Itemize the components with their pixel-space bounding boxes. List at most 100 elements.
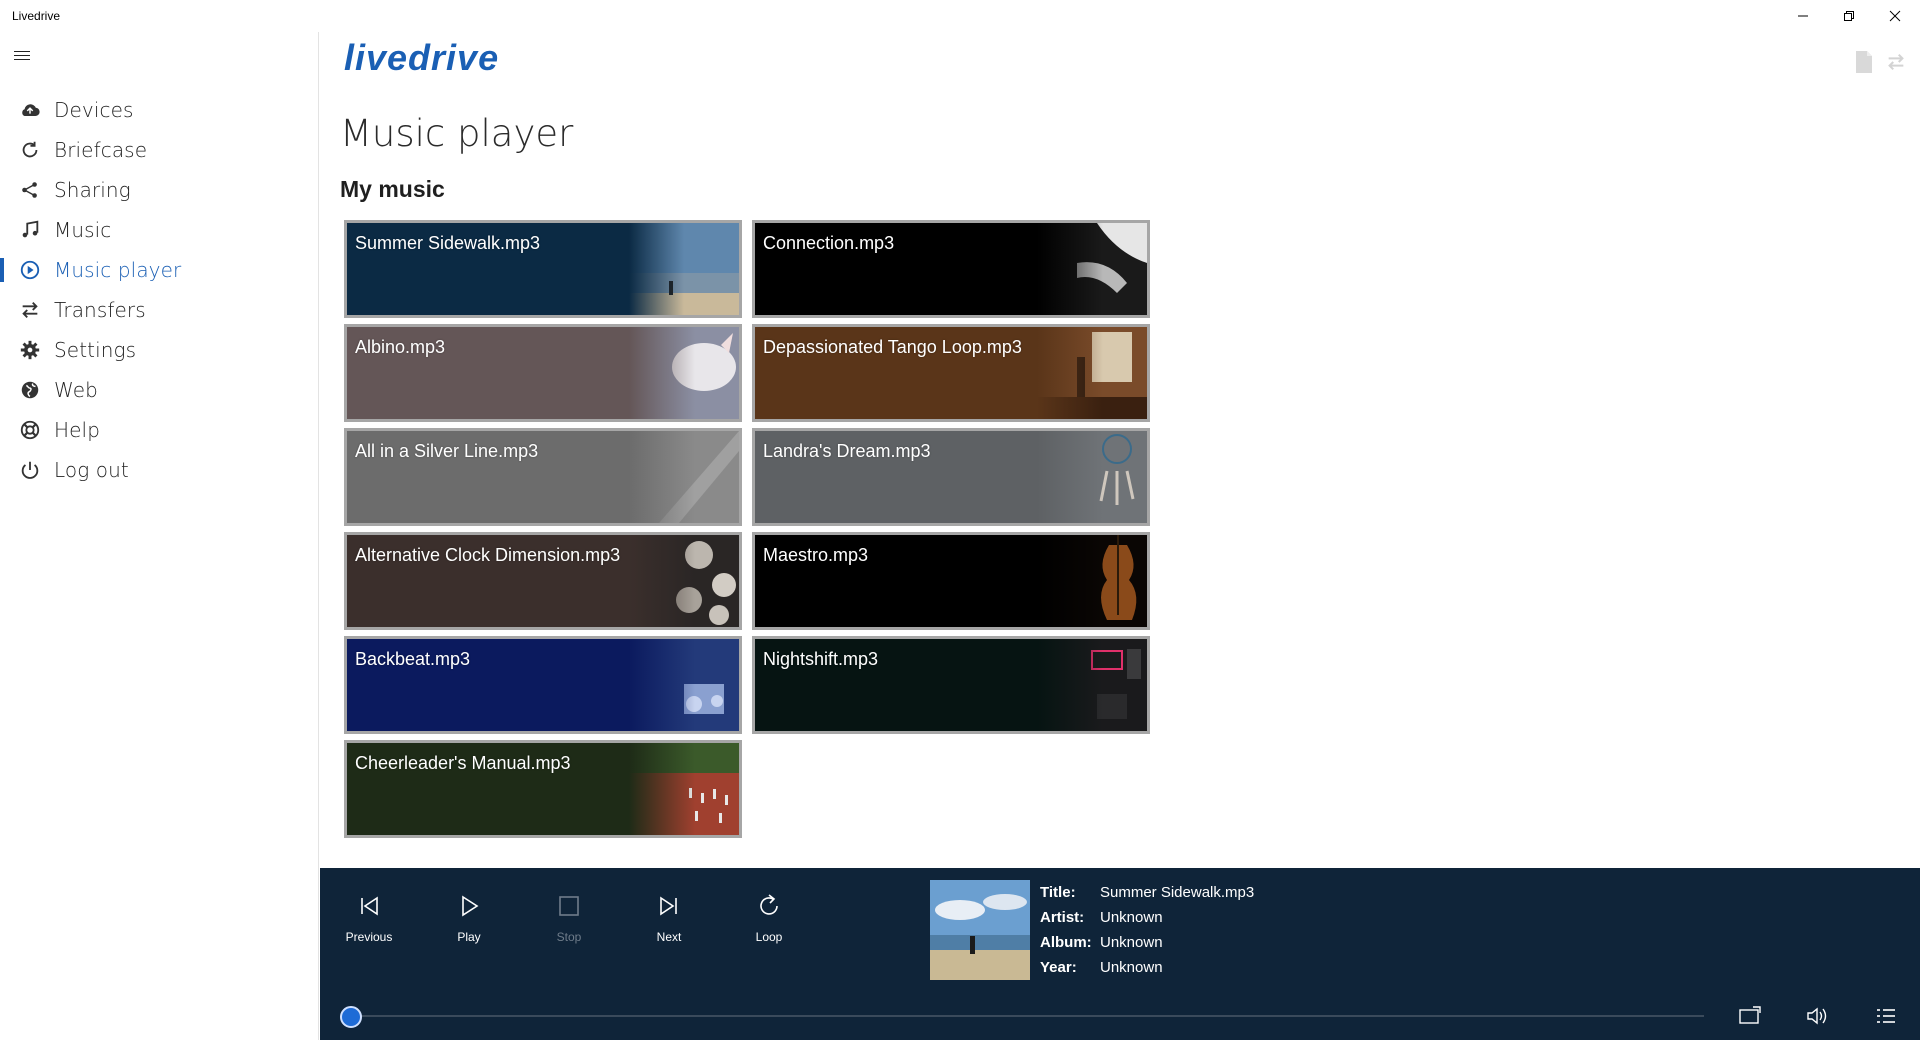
track-tile[interactable]: Backbeat.mp3: [344, 636, 742, 734]
cast-icon: [1739, 1006, 1761, 1024]
sidebar-item-label: Settings: [54, 338, 137, 362]
minimize-icon: [1798, 15, 1808, 17]
track-name: Alternative Clock Dimension.mp3: [355, 545, 621, 565]
sidebar-item-log-out[interactable]: Log out: [0, 450, 319, 490]
track-name: All in a Silver Line.mp3: [355, 441, 539, 461]
progress-thumb[interactable]: [340, 1006, 362, 1028]
previous-label: Previous: [345, 930, 393, 944]
year-value: Unknown: [1100, 959, 1163, 976]
album-art: [629, 327, 739, 419]
sidebar-item-devices[interactable]: Devices: [0, 90, 319, 130]
hamburger-line: [14, 59, 30, 60]
gear-icon: [18, 338, 42, 362]
track-name: Albino.mp3: [355, 337, 446, 357]
track-name: Connection.mp3: [763, 233, 895, 253]
track-tile[interactable]: Landra's Dream.mp3: [752, 428, 1150, 526]
player-tools: [1716, 1002, 1920, 1030]
stop-button[interactable]: Stop: [529, 890, 609, 960]
sidebar-item-label: Music player: [54, 258, 182, 282]
progress-slider[interactable]: [340, 1006, 1724, 1028]
stop-icon: [559, 896, 579, 916]
document-icon: [1856, 51, 1872, 73]
main-content: livedrive Music player My music Summer S…: [320, 32, 1920, 868]
logo-text: livedrive: [344, 37, 499, 78]
document-button[interactable]: [1852, 48, 1876, 76]
track-name: Landra's Dream.mp3: [763, 441, 931, 461]
hamburger-line: [14, 51, 30, 52]
track-tile[interactable]: All in a Silver Line.mp3: [344, 428, 742, 526]
sidebar-item-label: Devices: [54, 98, 134, 122]
album-art: [629, 223, 739, 315]
sidebar-item-music[interactable]: Music: [0, 210, 319, 250]
sidebar-item-briefcase[interactable]: Briefcase: [0, 130, 319, 170]
play-button[interactable]: Play: [429, 890, 509, 960]
sidebar-item-transfers[interactable]: Transfers: [0, 290, 319, 330]
album-art: [629, 639, 739, 731]
sidebar-item-music-player[interactable]: Music player: [0, 250, 319, 290]
sidebar-item-help[interactable]: Help: [0, 410, 319, 450]
track-tile[interactable]: Depassionated Tango Loop.mp3: [752, 324, 1150, 422]
music-note-icon: [18, 218, 42, 242]
power-icon: [18, 458, 42, 482]
loop-icon: [760, 894, 778, 915]
minimize-button[interactable]: [1780, 0, 1826, 32]
loop-button[interactable]: Loop: [729, 890, 809, 960]
now-playing-cover: [930, 880, 1030, 980]
player-bar: Previous Play Stop Next Loop Title: Summe…: [320, 868, 1920, 1040]
track-tile[interactable]: Albino.mp3: [344, 324, 742, 422]
album-art: [1037, 223, 1147, 315]
track-metadata: Title: Summer Sidewalk.mp3 Artist: Unknown…: [1040, 880, 1254, 980]
album-art: [1037, 327, 1147, 419]
track-tile[interactable]: Cheerleader's Manual.mp3: [344, 740, 742, 838]
cast-button[interactable]: [1716, 1002, 1784, 1030]
track-tile[interactable]: Summer Sidewalk.mp3: [344, 220, 742, 318]
lifebuoy-icon: [18, 418, 42, 442]
album-art: [629, 743, 739, 835]
track-name: Cheerleader's Manual.mp3: [355, 753, 571, 773]
hamburger-line: [14, 55, 30, 56]
top-toolbar: [1852, 48, 1908, 76]
livedrive-logo: livedrive: [344, 37, 499, 78]
album-art: [1037, 431, 1147, 523]
stop-label: Stop: [556, 930, 582, 944]
track-name: Depassionated Tango Loop.mp3: [763, 337, 1022, 357]
sidebar-item-sharing[interactable]: Sharing: [0, 170, 319, 210]
track-tile[interactable]: Connection.mp3: [752, 220, 1150, 318]
sidebar-item-settings[interactable]: Settings: [0, 330, 319, 370]
transfer-button[interactable]: [1884, 48, 1908, 76]
sidebar-item-web[interactable]: Web: [0, 370, 319, 410]
track-name: Backbeat.mp3: [355, 649, 471, 669]
playlist-icon: [1877, 1009, 1895, 1023]
artist-value: Unknown: [1100, 909, 1163, 926]
music-grid: Summer Sidewalk.mp3 Connection.mp3 Albin…: [344, 220, 1184, 838]
volume-button[interactable]: [1784, 1002, 1852, 1030]
transfer-arrows-icon: [1888, 53, 1904, 71]
progress-track: [350, 1015, 1704, 1017]
year-key: Year:: [1040, 959, 1077, 976]
sidebar-item-label: Music: [54, 218, 112, 242]
previous-button[interactable]: Previous: [329, 890, 409, 960]
skip-next-icon: [660, 896, 677, 916]
track-tile[interactable]: Alternative Clock Dimension.mp3: [344, 532, 742, 630]
sync-icon: [18, 138, 42, 162]
title-bar: Livedrive: [0, 0, 1920, 32]
restore-icon: [1844, 11, 1854, 21]
globe-icon: [18, 378, 42, 402]
section-title: My music: [340, 176, 445, 202]
playlist-button[interactable]: [1852, 1002, 1920, 1030]
sidebar-item-label: Web: [54, 378, 98, 402]
track-name: Maestro.mp3: [763, 545, 869, 565]
volume-icon: [1807, 1007, 1827, 1025]
restore-button[interactable]: [1826, 0, 1872, 32]
transfer-arrows-icon: [18, 298, 42, 322]
next-button[interactable]: Next: [629, 890, 709, 960]
album-value: Unknown: [1100, 934, 1163, 951]
hamburger-menu-button[interactable]: [14, 48, 34, 64]
artist-key: Artist:: [1040, 909, 1085, 926]
album-art: [629, 431, 739, 523]
track-tile[interactable]: Nightshift.mp3: [752, 636, 1150, 734]
play-label: Play: [457, 930, 481, 944]
track-tile[interactable]: Maestro.mp3: [752, 532, 1150, 630]
page-title: Music player: [340, 112, 574, 155]
close-button[interactable]: [1872, 0, 1918, 32]
